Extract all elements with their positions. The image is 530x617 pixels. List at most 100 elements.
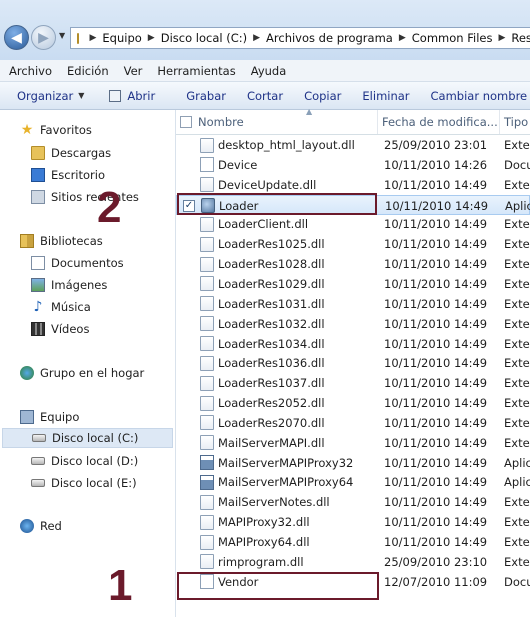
- breadcrumb-item[interactable]: Common Files: [412, 31, 493, 45]
- file-name-cell: Device: [200, 155, 378, 175]
- menu-ver[interactable]: Ver: [115, 64, 149, 78]
- nav-drive-e[interactable]: Disco local (E:): [31, 473, 137, 493]
- cut-button[interactable]: Cortar: [239, 89, 296, 103]
- file-row[interactable]: LoaderRes1037.dll 10/11/2010 14:49 Exter: [176, 373, 530, 393]
- back-arrow-icon[interactable]: ◀: [4, 25, 29, 50]
- desktop-icon: [31, 168, 45, 182]
- file-row[interactable]: LoaderRes1032.dll 10/11/2010 14:49 Exter: [176, 314, 530, 334]
- file-date-cell: 10/11/2010 14:49: [384, 415, 488, 430]
- file-type-cell: Exter: [504, 257, 530, 272]
- open-button[interactable]: Abrir: [97, 89, 168, 103]
- nav-recent-places[interactable]: Sitios recientes: [31, 187, 139, 207]
- file-row[interactable]: LoaderRes1025.dll 10/11/2010 14:49 Exter: [176, 234, 530, 254]
- chevron-right-icon[interactable]: ▶: [253, 33, 260, 43]
- file-name-cell: LoaderRes1034.dll: [200, 334, 378, 354]
- breadcrumb-item[interactable]: Equipo: [102, 31, 141, 45]
- breadcrumb-item[interactable]: Disco local (C:): [161, 31, 247, 45]
- computer-icon: [20, 410, 34, 424]
- file-date-cell: 10/11/2010 14:49: [384, 276, 488, 291]
- recent-places-icon: [31, 190, 45, 204]
- nav-label: Sitios recientes: [51, 190, 139, 204]
- chevron-right-icon[interactable]: ▶: [89, 33, 96, 43]
- nav-desktop[interactable]: Escritorio: [31, 165, 105, 185]
- file-row[interactable]: MailServerMAPI.dll 10/11/2010 14:49 Exter: [176, 433, 530, 453]
- file-row[interactable]: MAPIProxy64.dll 10/11/2010 14:49 Exter: [176, 532, 530, 552]
- nav-homegroup[interactable]: Grupo en el hogar: [20, 363, 144, 383]
- dll-file-icon: [200, 276, 214, 292]
- burn-button[interactable]: Grabar: [168, 89, 239, 103]
- dll-file-icon: [200, 256, 214, 272]
- file-date-cell: 25/09/2010 23:10: [384, 554, 488, 569]
- file-row[interactable]: LoaderClient.dll 10/11/2010 14:49 Exter: [176, 214, 530, 234]
- menu-ayuda[interactable]: Ayuda: [242, 64, 293, 78]
- chevron-right-icon[interactable]: ▶: [148, 33, 155, 43]
- nav-network[interactable]: Red: [20, 516, 62, 536]
- file-date-cell: 10/11/2010 14:49: [384, 455, 488, 470]
- recent-pages-dropdown-icon[interactable]: ▼: [59, 31, 65, 40]
- file-row[interactable]: LoaderRes1036.dll 10/11/2010 14:49 Exter: [176, 353, 530, 373]
- nav-music[interactable]: ♪ Música: [31, 297, 91, 317]
- select-all-checkbox[interactable]: [180, 116, 192, 128]
- nav-drive-d[interactable]: Disco local (D:): [31, 451, 138, 471]
- file-name: MailServerMAPIProxy32: [218, 455, 354, 470]
- file-date-cell: 10/11/2010 14:49: [384, 535, 488, 549]
- nav-computer[interactable]: Equipo: [20, 407, 79, 427]
- column-header-type[interactable]: Tipo: [500, 110, 530, 134]
- file-name: MailServerNotes.dll: [218, 495, 330, 510]
- file-type-cell: Aplic: [505, 198, 530, 213]
- breadcrumb-item[interactable]: Rese: [511, 31, 530, 45]
- file-name-cell: MailServerMAPI.dll: [200, 433, 378, 453]
- file-row[interactable]: rimprogram.dll 25/09/2010 23:10 Exter: [176, 552, 530, 572]
- breadcrumb-item[interactable]: Archivos de programa: [266, 31, 393, 45]
- file-row[interactable]: DeviceUpdate.dll 10/11/2010 14:49 Exter: [176, 175, 530, 195]
- file-name: MailServerMAPIProxy64: [218, 475, 354, 490]
- file-name-cell: LoaderRes2052.dll: [200, 393, 378, 413]
- file-row[interactable]: MAPIProxy32.dll 10/11/2010 14:49 Exter: [176, 512, 530, 532]
- column-header-name[interactable]: Nombre: [176, 110, 378, 134]
- nav-downloads[interactable]: Descargas: [31, 143, 111, 163]
- menu-herramientas[interactable]: Herramientas: [148, 64, 241, 78]
- dll-file-icon: [200, 336, 214, 351]
- delete-button[interactable]: Eliminar: [354, 89, 422, 103]
- file-row[interactable]: LoaderRes2070.dll 10/11/2010 14:49 Exter: [176, 413, 530, 433]
- menu-archivo[interactable]: Archivo: [0, 64, 58, 78]
- chevron-right-icon[interactable]: ▶: [498, 33, 505, 43]
- file-type-cell: Exter: [504, 296, 530, 311]
- file-row[interactable]: LoaderRes1031.dll 10/11/2010 14:49 Exter: [176, 294, 530, 314]
- dll-file-icon: [200, 236, 214, 252]
- file-type-cell: Exter: [504, 515, 530, 530]
- nav-favorites[interactable]: ★ Favoritos: [20, 120, 92, 140]
- nav-libraries[interactable]: Bibliotecas: [20, 231, 103, 251]
- menu-edicion[interactable]: Edición: [58, 64, 115, 78]
- file-row[interactable]: LoaderRes1029.dll 10/11/2010 14:49 Exter: [176, 274, 530, 294]
- copy-button[interactable]: Copiar: [296, 89, 354, 103]
- column-header-date[interactable]: Fecha de modifica...: [378, 110, 500, 134]
- step-number-2: 2: [97, 183, 122, 232]
- nav-label: Imágenes: [51, 278, 108, 292]
- column-name-label: Nombre: [198, 115, 244, 129]
- file-type-cell: Exter: [504, 276, 530, 291]
- nav-pictures[interactable]: Imágenes: [31, 275, 107, 295]
- film-strip-icon: [31, 322, 45, 336]
- organize-button[interactable]: Organizar ▼: [0, 89, 97, 103]
- file-row[interactable]: LoaderRes2052.dll 10/11/2010 14:49 Exter: [176, 393, 530, 413]
- highlight-loader: [177, 193, 377, 215]
- rename-button[interactable]: Cambiar nombre: [423, 89, 530, 103]
- file-name-cell: MAPIProxy64.dll: [200, 532, 378, 552]
- file-row[interactable]: MailServerMAPIProxy64 10/11/2010 14:49 Apl…: [176, 472, 530, 492]
- hard-drive-icon: [31, 479, 45, 487]
- step-number-1: 1: [108, 561, 133, 610]
- forward-arrow-icon[interactable]: ▶: [31, 25, 56, 50]
- nav-drive-c[interactable]: Disco local (C:): [2, 428, 173, 448]
- nav-documents[interactable]: Documentos: [31, 253, 124, 273]
- open-icon: [109, 89, 122, 102]
- file-row[interactable]: LoaderRes1028.dll 10/11/2010 14:49 Exter: [176, 254, 530, 274]
- file-row[interactable]: desktop_html_layout.dll 25/09/2010 23:01 E…: [176, 135, 530, 155]
- file-row[interactable]: LoaderRes1034.dll 10/11/2010 14:49 Exter: [176, 334, 530, 354]
- breadcrumb[interactable]: ▶ Equipo ▶ Disco local (C:) ▶ Archivos d…: [70, 27, 530, 49]
- file-row[interactable]: MailServerMAPIProxy32 10/11/2010 14:49 Apl…: [176, 453, 530, 473]
- file-row[interactable]: MailServerNotes.dll 10/11/2010 14:49 Exter: [176, 492, 530, 512]
- file-row[interactable]: Device 10/11/2010 14:26 Docu: [176, 155, 530, 175]
- nav-videos[interactable]: Vídeos: [31, 319, 89, 339]
- chevron-right-icon[interactable]: ▶: [399, 33, 406, 43]
